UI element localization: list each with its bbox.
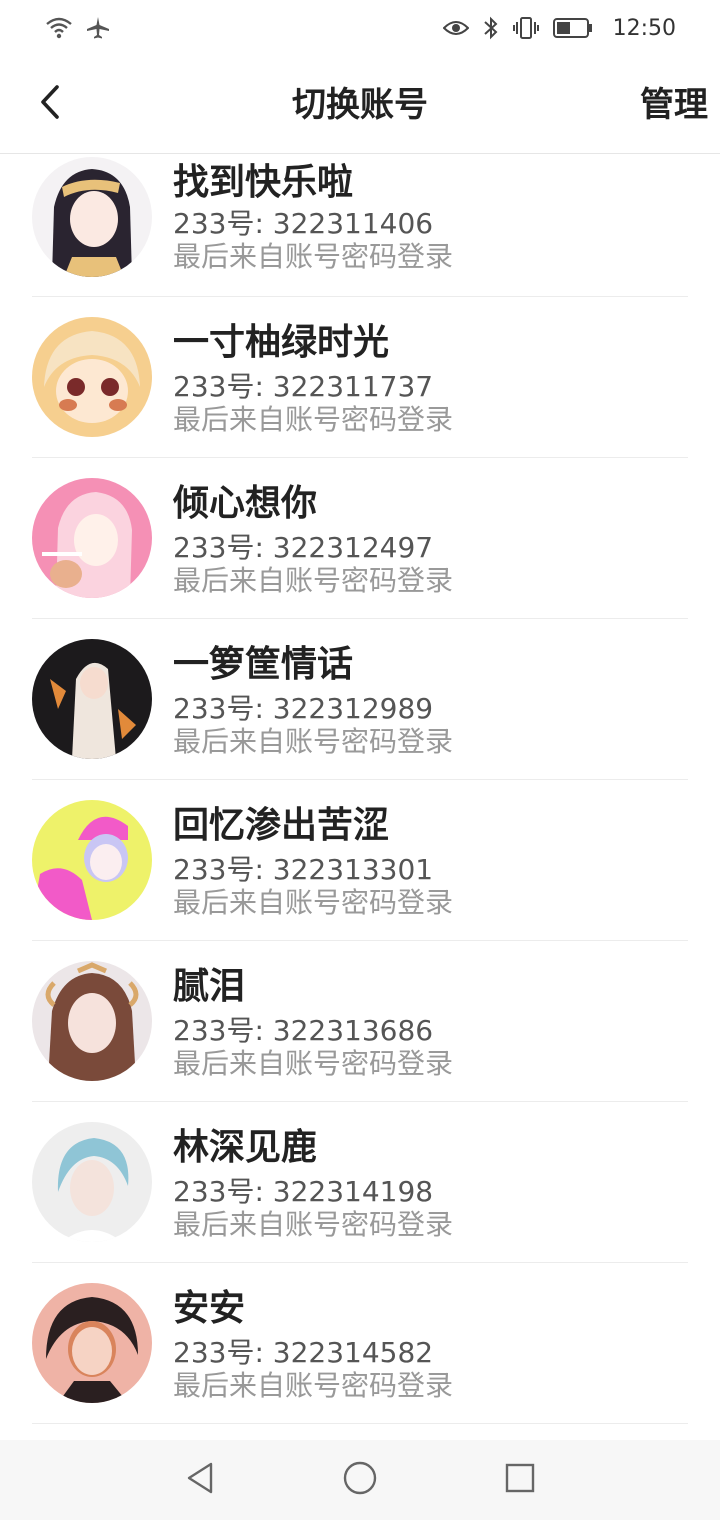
airplane-icon: [86, 16, 110, 40]
account-name: 腻泪: [173, 966, 246, 1007]
nav-back-button[interactable]: [180, 1460, 220, 1500]
account-id: 233号: 322313301: [173, 853, 434, 886]
account-list: 找到快乐啦 233号: 322311406 最后来自账号密码登录 一寸柚绿时光 …: [0, 155, 720, 1440]
eye-icon: [442, 18, 469, 38]
avatar: [32, 157, 152, 277]
account-id: 233号: 322314198: [173, 1175, 434, 1208]
avatar: [32, 639, 152, 759]
account-item[interactable]: 倾心想你 233号: 322312497 最后来自账号密码登录: [0, 458, 720, 619]
account-login-method: 最后来自账号密码登录: [173, 564, 454, 597]
account-login-method: 最后来自账号密码登录: [173, 725, 454, 758]
account-item[interactable]: 腻泪 233号: 322313686 最后来自账号密码登录: [0, 941, 720, 1102]
account-login-method: 最后来自账号密码登录: [173, 1369, 454, 1402]
account-item[interactable]: 找到快乐啦 233号: 322311406 最后来自账号密码登录: [0, 155, 720, 297]
divider: [32, 1423, 688, 1424]
account-item[interactable]: 安安 233号: 322314582 最后来自账号密码登录: [0, 1263, 720, 1424]
account-name: 找到快乐啦: [173, 162, 354, 203]
bluetooth-icon: [483, 16, 499, 40]
account-item[interactable]: 回忆渗出苦涩 233号: 322313301 最后来自账号密码登录: [0, 780, 720, 941]
account-name: 倾心想你: [173, 483, 318, 524]
account-name: 回忆渗出苦涩: [173, 805, 390, 846]
status-left-icons: [46, 16, 110, 40]
status-bar: 12:50: [0, 0, 720, 56]
account-login-method: 最后来自账号密码登录: [173, 1047, 454, 1080]
account-login-method: 最后来自账号密码登录: [173, 886, 454, 919]
account-name: 安安: [173, 1288, 246, 1329]
account-name: 林深见鹿: [173, 1127, 318, 1168]
account-item[interactable]: 一箩筐情话 233号: 322312989 最后来自账号密码登录: [0, 619, 720, 780]
avatar: [32, 478, 152, 598]
account-name: 一箩筐情话: [173, 644, 354, 685]
nav-home-icon: [342, 1460, 378, 1500]
account-id: 233号: 322312989: [173, 692, 434, 725]
account-login-method: 最后来自账号密码登录: [173, 1208, 454, 1241]
page-title: 切换账号: [292, 85, 428, 125]
account-id: 233号: 322311737: [173, 370, 434, 403]
back-button[interactable]: [30, 84, 70, 124]
navigation-bar: [0, 1440, 720, 1520]
avatar: [32, 1283, 152, 1403]
nav-home-button[interactable]: [340, 1460, 380, 1500]
account-name: 一寸柚绿时光: [173, 322, 390, 363]
account-login-method: 最后来自账号密码登录: [173, 240, 454, 273]
status-time: 12:50: [612, 15, 676, 41]
header: 切换账号 管理: [0, 56, 720, 154]
account-item[interactable]: 林深见鹿 233号: 322314198 最后来自账号密码登录: [0, 1102, 720, 1263]
battery-icon: [552, 17, 593, 39]
manage-button[interactable]: 管理: [640, 56, 708, 154]
account-id: 233号: 322314582: [173, 1336, 434, 1369]
nav-recents-button[interactable]: [500, 1460, 540, 1500]
account-id: 233号: 322313686: [173, 1014, 434, 1047]
avatar: [32, 1122, 152, 1242]
nav-back-icon: [185, 1461, 215, 1499]
avatar: [32, 961, 152, 1081]
nav-recents-icon: [504, 1462, 536, 1498]
account-id: 233号: 322311406: [173, 207, 434, 240]
account-id: 233号: 322312497: [173, 531, 434, 564]
avatar: [32, 317, 152, 437]
avatar: [32, 800, 152, 920]
chevron-left-icon: [38, 84, 62, 124]
vibrate-icon: [512, 16, 539, 40]
wifi-icon: [46, 17, 72, 39]
status-right-icons: 12:50: [442, 15, 676, 41]
account-item[interactable]: 一寸柚绿时光 233号: 322311737 最后来自账号密码登录: [0, 297, 720, 458]
account-login-method: 最后来自账号密码登录: [173, 403, 454, 436]
